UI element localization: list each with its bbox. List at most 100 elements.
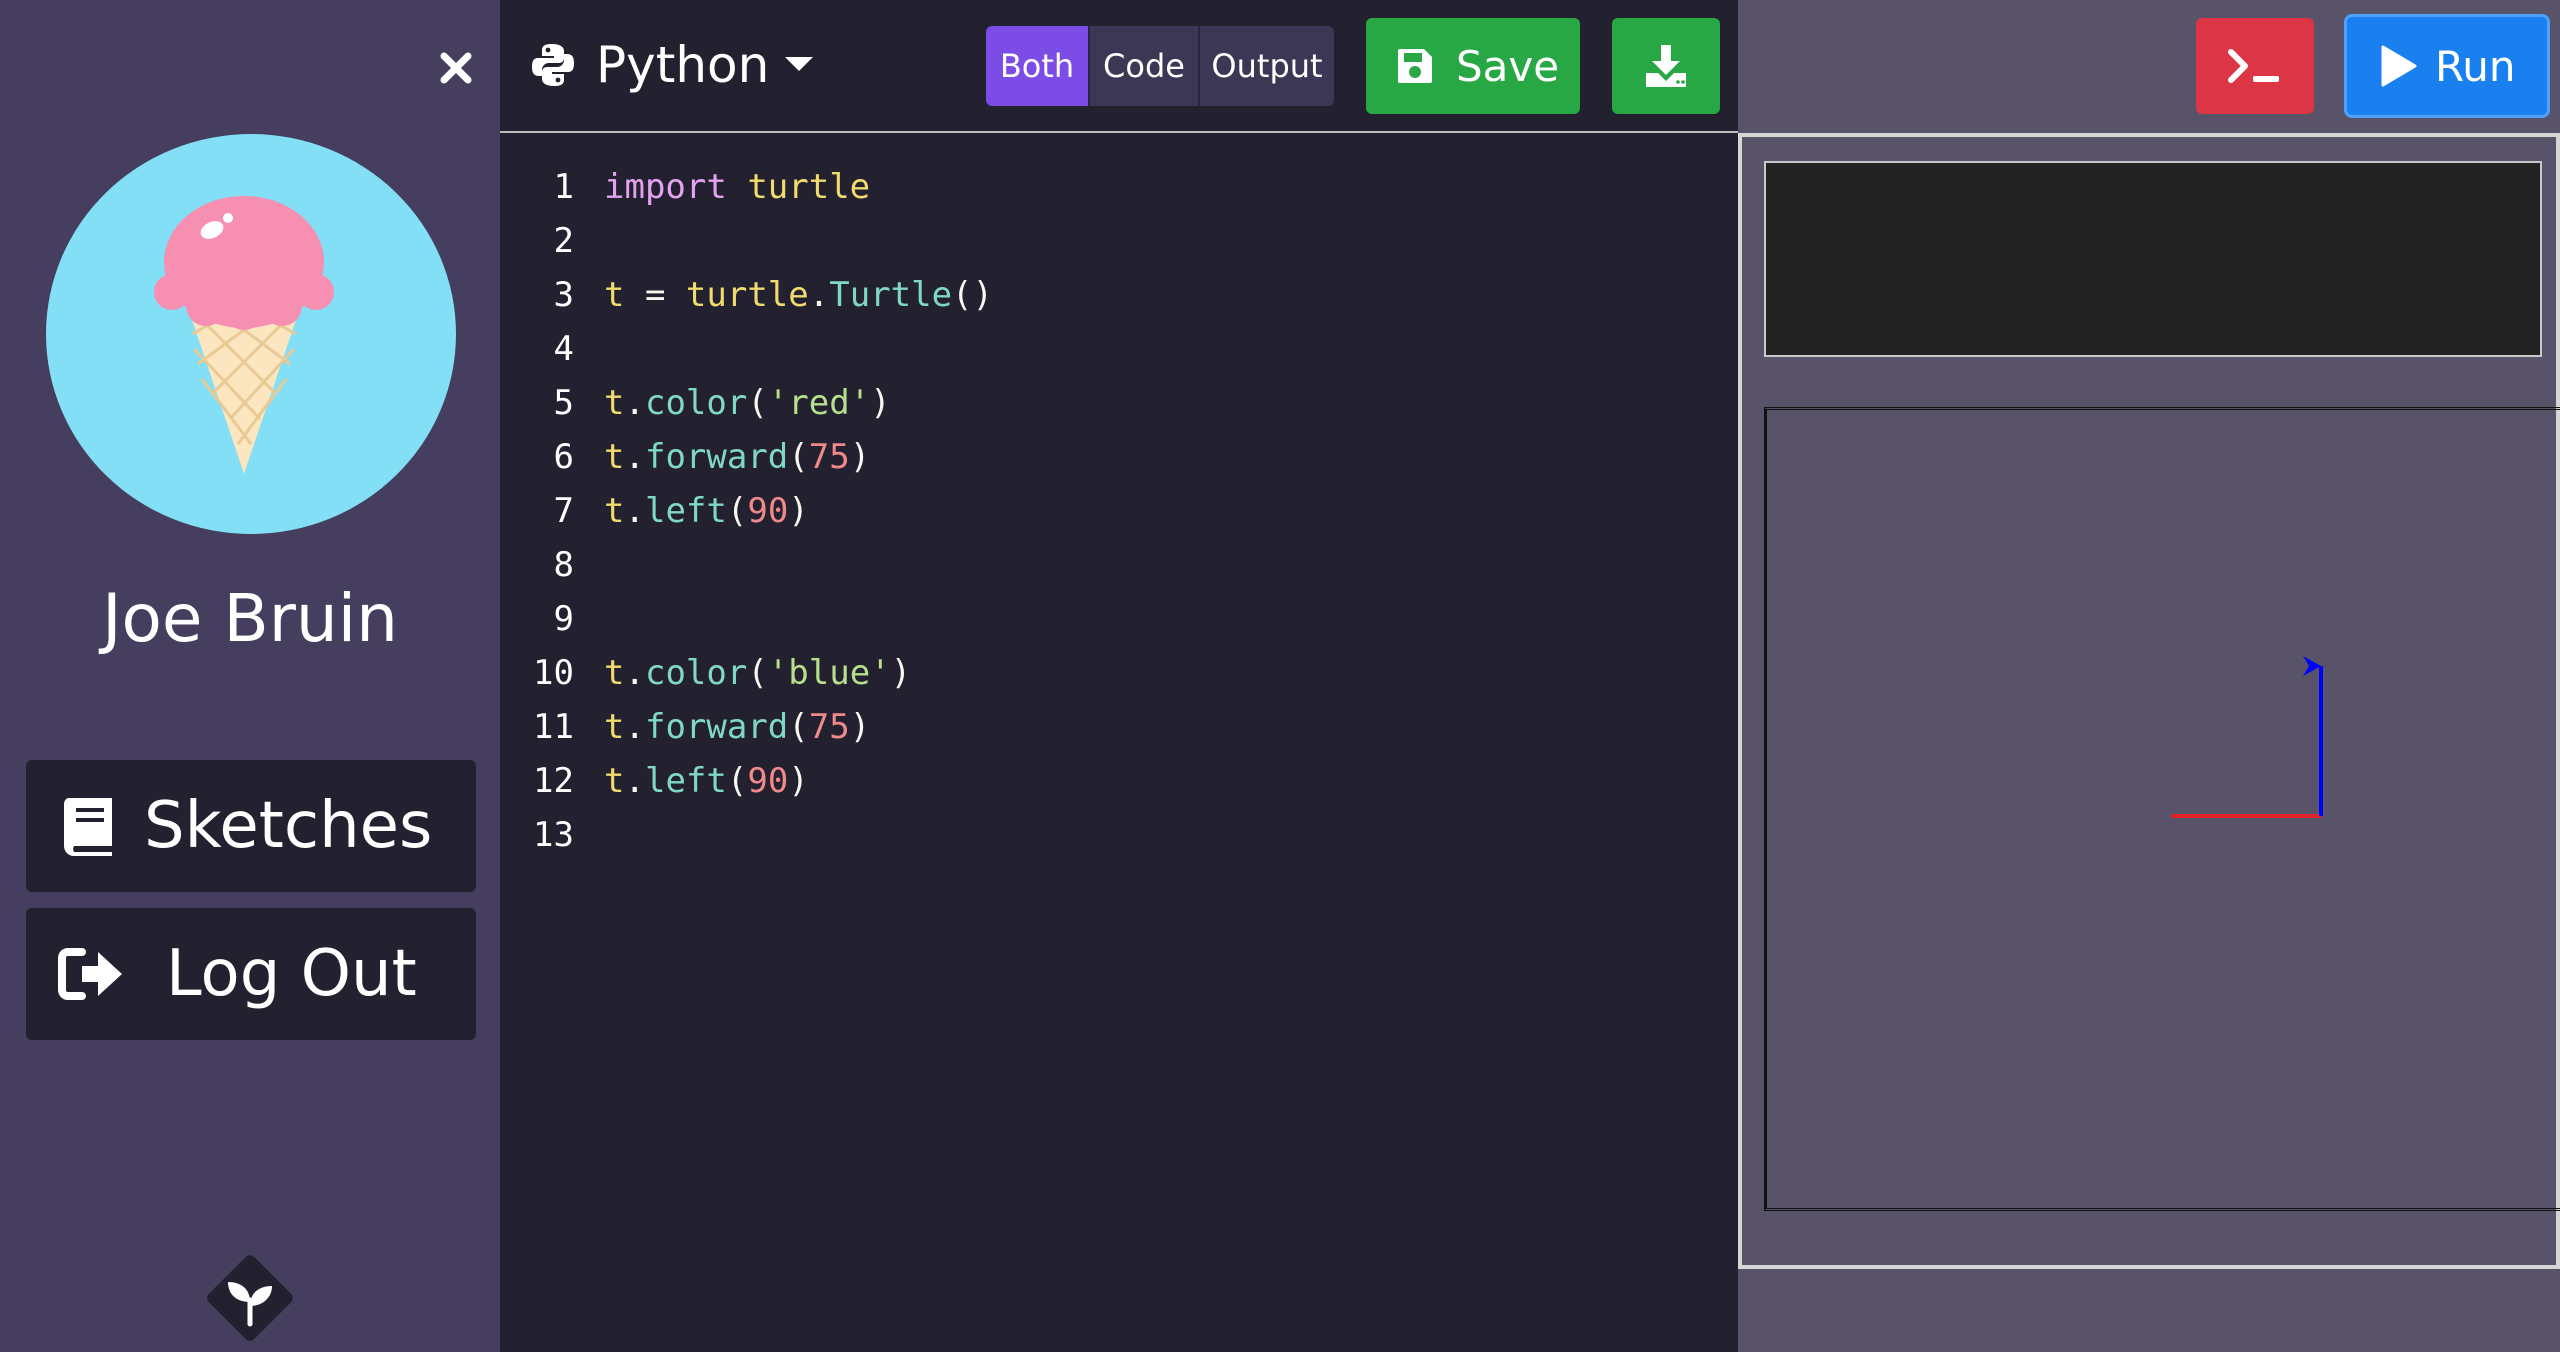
code-token: . (624, 491, 645, 531)
line-code: t.left(90) (604, 761, 809, 801)
code-token: . (624, 653, 645, 693)
view-both-button[interactable]: Both (986, 26, 1088, 106)
play-icon (2381, 45, 2417, 87)
ice-cream-icon (154, 196, 334, 474)
code-token: t (604, 383, 625, 423)
code-line[interactable]: 9 (500, 592, 1738, 646)
python-icon (530, 42, 576, 88)
avatar (46, 134, 456, 534)
line-number: 5 (553, 383, 574, 423)
line-number: 8 (553, 545, 574, 585)
code-editor[interactable]: 1 import turtle 2 3 t = turtle.Turtle() 4 5 t.c… (500, 135, 1738, 1352)
turtle-canvas (1764, 407, 2560, 1211)
line-code: t.color('red') (604, 383, 891, 423)
line-number: 1 (553, 167, 574, 207)
brand-logo[interactable] (196, 1244, 304, 1352)
code-token: left (644, 761, 727, 801)
code-line[interactable]: 6 t.forward(75) (500, 430, 1738, 484)
logout-button[interactable]: Log Out (26, 908, 476, 1040)
code-token: turtle (685, 275, 809, 315)
download-icon (1646, 45, 1686, 87)
code-token: t (604, 275, 625, 315)
code-token: ) (788, 491, 809, 531)
code-line[interactable]: 4 (500, 322, 1738, 376)
code-token: 75 (808, 707, 850, 747)
save-button[interactable]: Save (1366, 18, 1580, 114)
code-token: left (644, 491, 727, 531)
line-code: t.color('blue') (604, 653, 911, 693)
line-number: 10 (533, 653, 574, 693)
console-toggle-button[interactable] (2196, 18, 2314, 114)
save-label: Save (1456, 41, 1560, 91)
sign-out-icon (58, 946, 124, 1002)
code-token: 75 (808, 437, 850, 477)
logout-label: Log Out (166, 937, 417, 1011)
code-line[interactable]: 3t = turtle.Turtle() (500, 268, 1738, 322)
code-token: 'blue' (767, 653, 891, 693)
code-token: 'red' (767, 383, 871, 423)
line-number: 4 (553, 329, 574, 369)
console-output[interactable] (1764, 161, 2542, 357)
code-line[interactable]: 5 t.color('red') (500, 376, 1738, 430)
line-number: 13 (533, 815, 574, 855)
code-token: . (808, 275, 830, 315)
code-line[interactable]: 1 import turtle (500, 160, 1738, 214)
code-token: () (952, 275, 993, 315)
run-button[interactable]: Run (2344, 14, 2550, 118)
line-number: 12 (533, 761, 574, 801)
code-token: 90 (747, 761, 789, 801)
code-line[interactable]: 2 (500, 214, 1738, 268)
code-token: ) (890, 653, 912, 693)
code-token: ( (726, 761, 748, 801)
book-icon (60, 794, 120, 858)
code-token: turtle (747, 167, 871, 207)
code-token: color (644, 653, 748, 693)
line-number: 11 (533, 707, 574, 747)
language-dropdown[interactable]: Python (530, 30, 814, 100)
sidebar: Joe Bruin Sketches Log Out (0, 0, 500, 1352)
code-token: forward (644, 437, 789, 477)
floppy-disk-icon (1396, 47, 1434, 85)
code-token: ( (726, 491, 748, 531)
code-line[interactable]: 11 t.forward(75) (500, 700, 1738, 754)
code-line[interactable]: 12 t.left(90) (500, 754, 1738, 808)
code-token: color (644, 383, 748, 423)
code-token: t (604, 707, 625, 747)
code-token: t (604, 653, 625, 693)
view-code-button[interactable]: Code (1088, 26, 1198, 106)
code-token: import (604, 167, 727, 207)
code-token: ) (849, 437, 871, 477)
line-number: 6 (553, 437, 574, 477)
code-token: forward (644, 707, 789, 747)
code-line[interactable]: 13 (500, 808, 1738, 862)
code-token: ) (788, 761, 809, 801)
line-code: import turtle (604, 167, 870, 207)
line-number: 2 (553, 221, 574, 261)
code-token: 90 (747, 491, 789, 531)
turtle-cursor-icon (2303, 656, 2321, 676)
code-token: . (624, 383, 645, 423)
editor-toolbar: Python Both Code Output Save (500, 0, 1738, 133)
seedling-logo-icon (207, 1255, 293, 1341)
code-token: . (624, 437, 645, 477)
code-line[interactable]: 10 t.color('blue') (500, 646, 1738, 700)
output-pane: Run (1738, 0, 2560, 1352)
line-code: t = turtle.Turtle() (604, 275, 993, 315)
code-token: . (624, 707, 645, 747)
sketches-button[interactable]: Sketches (26, 760, 476, 892)
code-token: . (624, 761, 645, 801)
code-line[interactable]: 7 t.left(90) (500, 484, 1738, 538)
line-code: t.forward(75) (604, 707, 870, 747)
code-line[interactable]: 8 (500, 538, 1738, 592)
sketches-label: Sketches (144, 789, 433, 863)
code-token: ) (849, 707, 871, 747)
terminal-icon (2228, 49, 2279, 83)
download-button[interactable] (1612, 18, 1720, 114)
view-output-button[interactable]: Output (1198, 26, 1334, 106)
code-token: ( (747, 653, 768, 693)
code-token: t (604, 761, 625, 801)
line-number: 7 (553, 491, 574, 531)
caret-down-icon (785, 57, 814, 73)
code-token: ) (870, 383, 891, 423)
close-sidebar-button[interactable] (436, 48, 476, 88)
